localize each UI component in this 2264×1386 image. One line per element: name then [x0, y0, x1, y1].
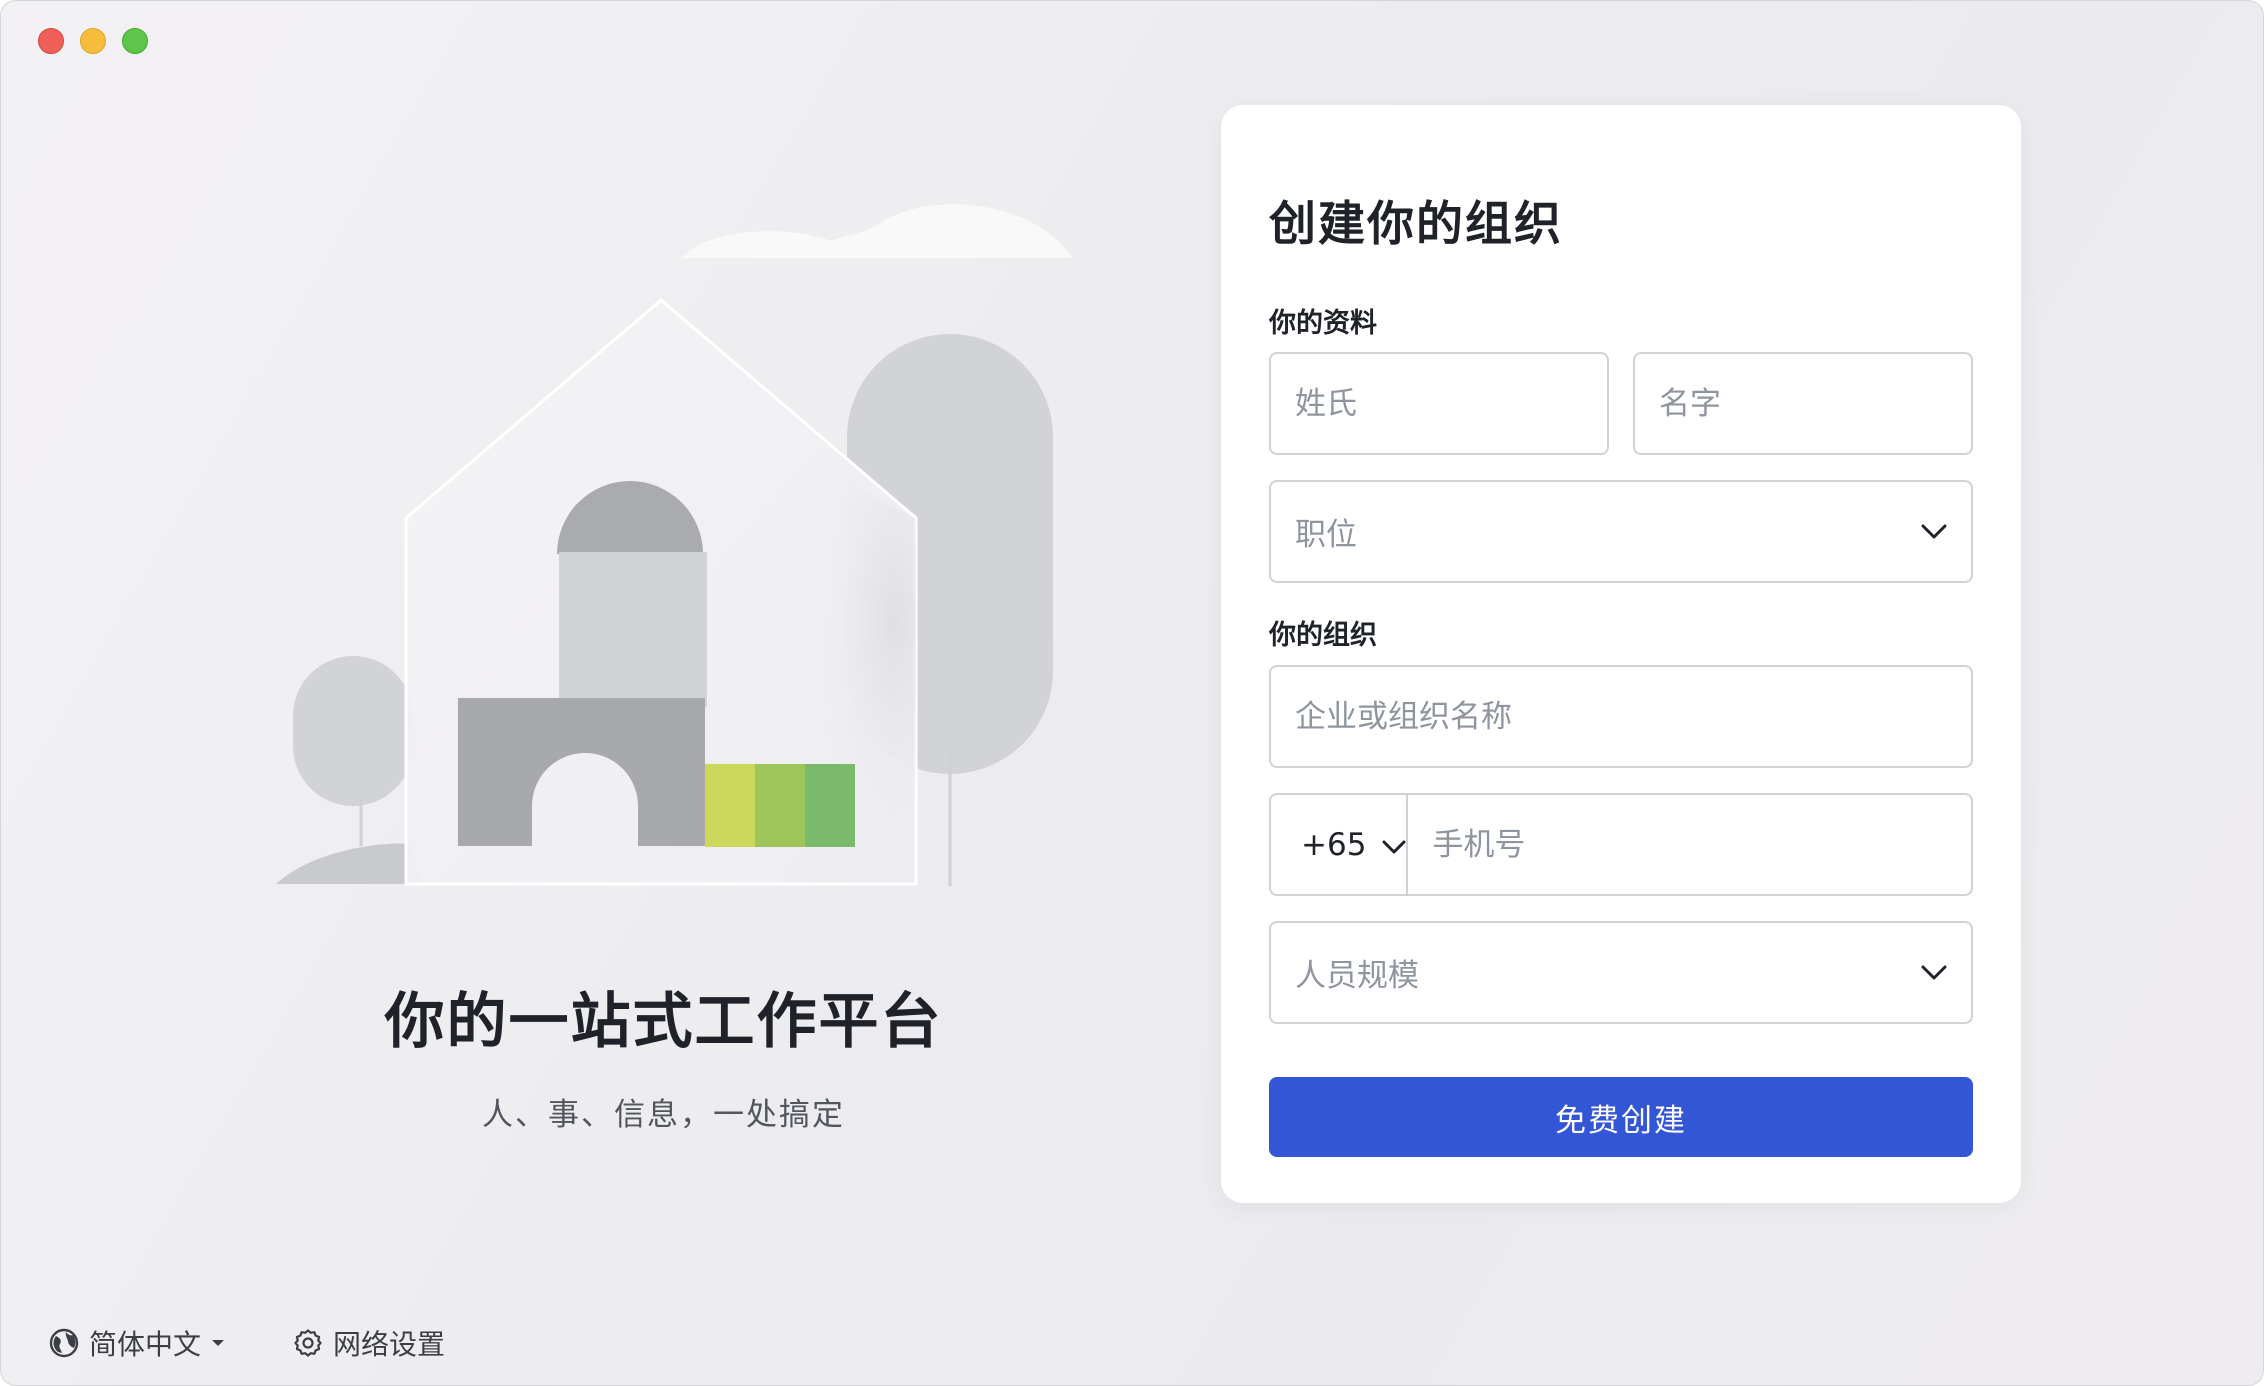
ground-shape: [276, 843, 421, 884]
app-window: 你的一站式工作平台 人、事、信息，一处搞定 简体中文 网络设置 创建你的组织 你…: [0, 0, 2264, 1386]
position-select[interactable]: 职位: [1269, 480, 1973, 583]
bottom-bar: 简体中文 网络设置: [49, 1323, 445, 1363]
tower-shape: [559, 552, 707, 707]
position-select-placeholder: 职位: [1295, 517, 1357, 553]
block-green-1: [705, 764, 755, 847]
hero-illustration: [271, 196, 1071, 886]
org-name-field[interactable]: [1269, 665, 1973, 768]
create-free-button[interactable]: 免费创建: [1269, 1077, 1973, 1157]
create-org-card: 创建你的组织 你的资料 职位 你的组织 +65: [1221, 105, 2021, 1203]
hero-subtitle: 人、事、信息，一处搞定: [482, 1097, 845, 1133]
team-size-select-placeholder: 人员规模: [1295, 958, 1419, 994]
org-name-input[interactable]: [1271, 667, 1971, 766]
block-green-3: [805, 764, 855, 847]
team-size-select[interactable]: 人员规模: [1269, 921, 1973, 1024]
close-window-button[interactable]: [38, 28, 64, 54]
profile-section-label: 你的资料: [1269, 308, 1377, 339]
first-name-input[interactable]: [1635, 354, 1971, 453]
hero-title: 你的一站式工作平台: [384, 987, 943, 1057]
window-controls: [38, 28, 148, 54]
globe-icon: [49, 1328, 79, 1358]
form-title: 创建你的组织: [1269, 197, 1563, 252]
language-selector[interactable]: 简体中文: [49, 1323, 225, 1363]
block-green-2: [755, 764, 805, 847]
minimize-window-button[interactable]: [80, 28, 106, 54]
last-name-field[interactable]: [1269, 352, 1609, 455]
first-name-field[interactable]: [1633, 352, 1973, 455]
network-settings-button[interactable]: 网络设置: [293, 1323, 445, 1363]
language-label: 简体中文: [89, 1328, 202, 1361]
caret-down-icon: [211, 1338, 225, 1348]
last-name-input[interactable]: [1271, 354, 1607, 453]
maximize-window-button[interactable]: [122, 28, 148, 54]
cloud-shape: [681, 204, 1071, 258]
country-code-select[interactable]: +65: [1271, 795, 1409, 894]
phone-field: +65: [1269, 793, 1973, 896]
chevron-down-icon: [1382, 827, 1406, 863]
country-code-value: +65: [1301, 826, 1367, 863]
org-section-label: 你的组织: [1269, 620, 1377, 651]
chevron-down-icon: [1921, 965, 1947, 981]
tree-left-shape: [293, 656, 413, 806]
gear-icon: [293, 1328, 323, 1358]
network-settings-label: 网络设置: [333, 1328, 446, 1361]
phone-input[interactable]: [1408, 795, 1971, 894]
chevron-down-icon: [1921, 524, 1947, 540]
